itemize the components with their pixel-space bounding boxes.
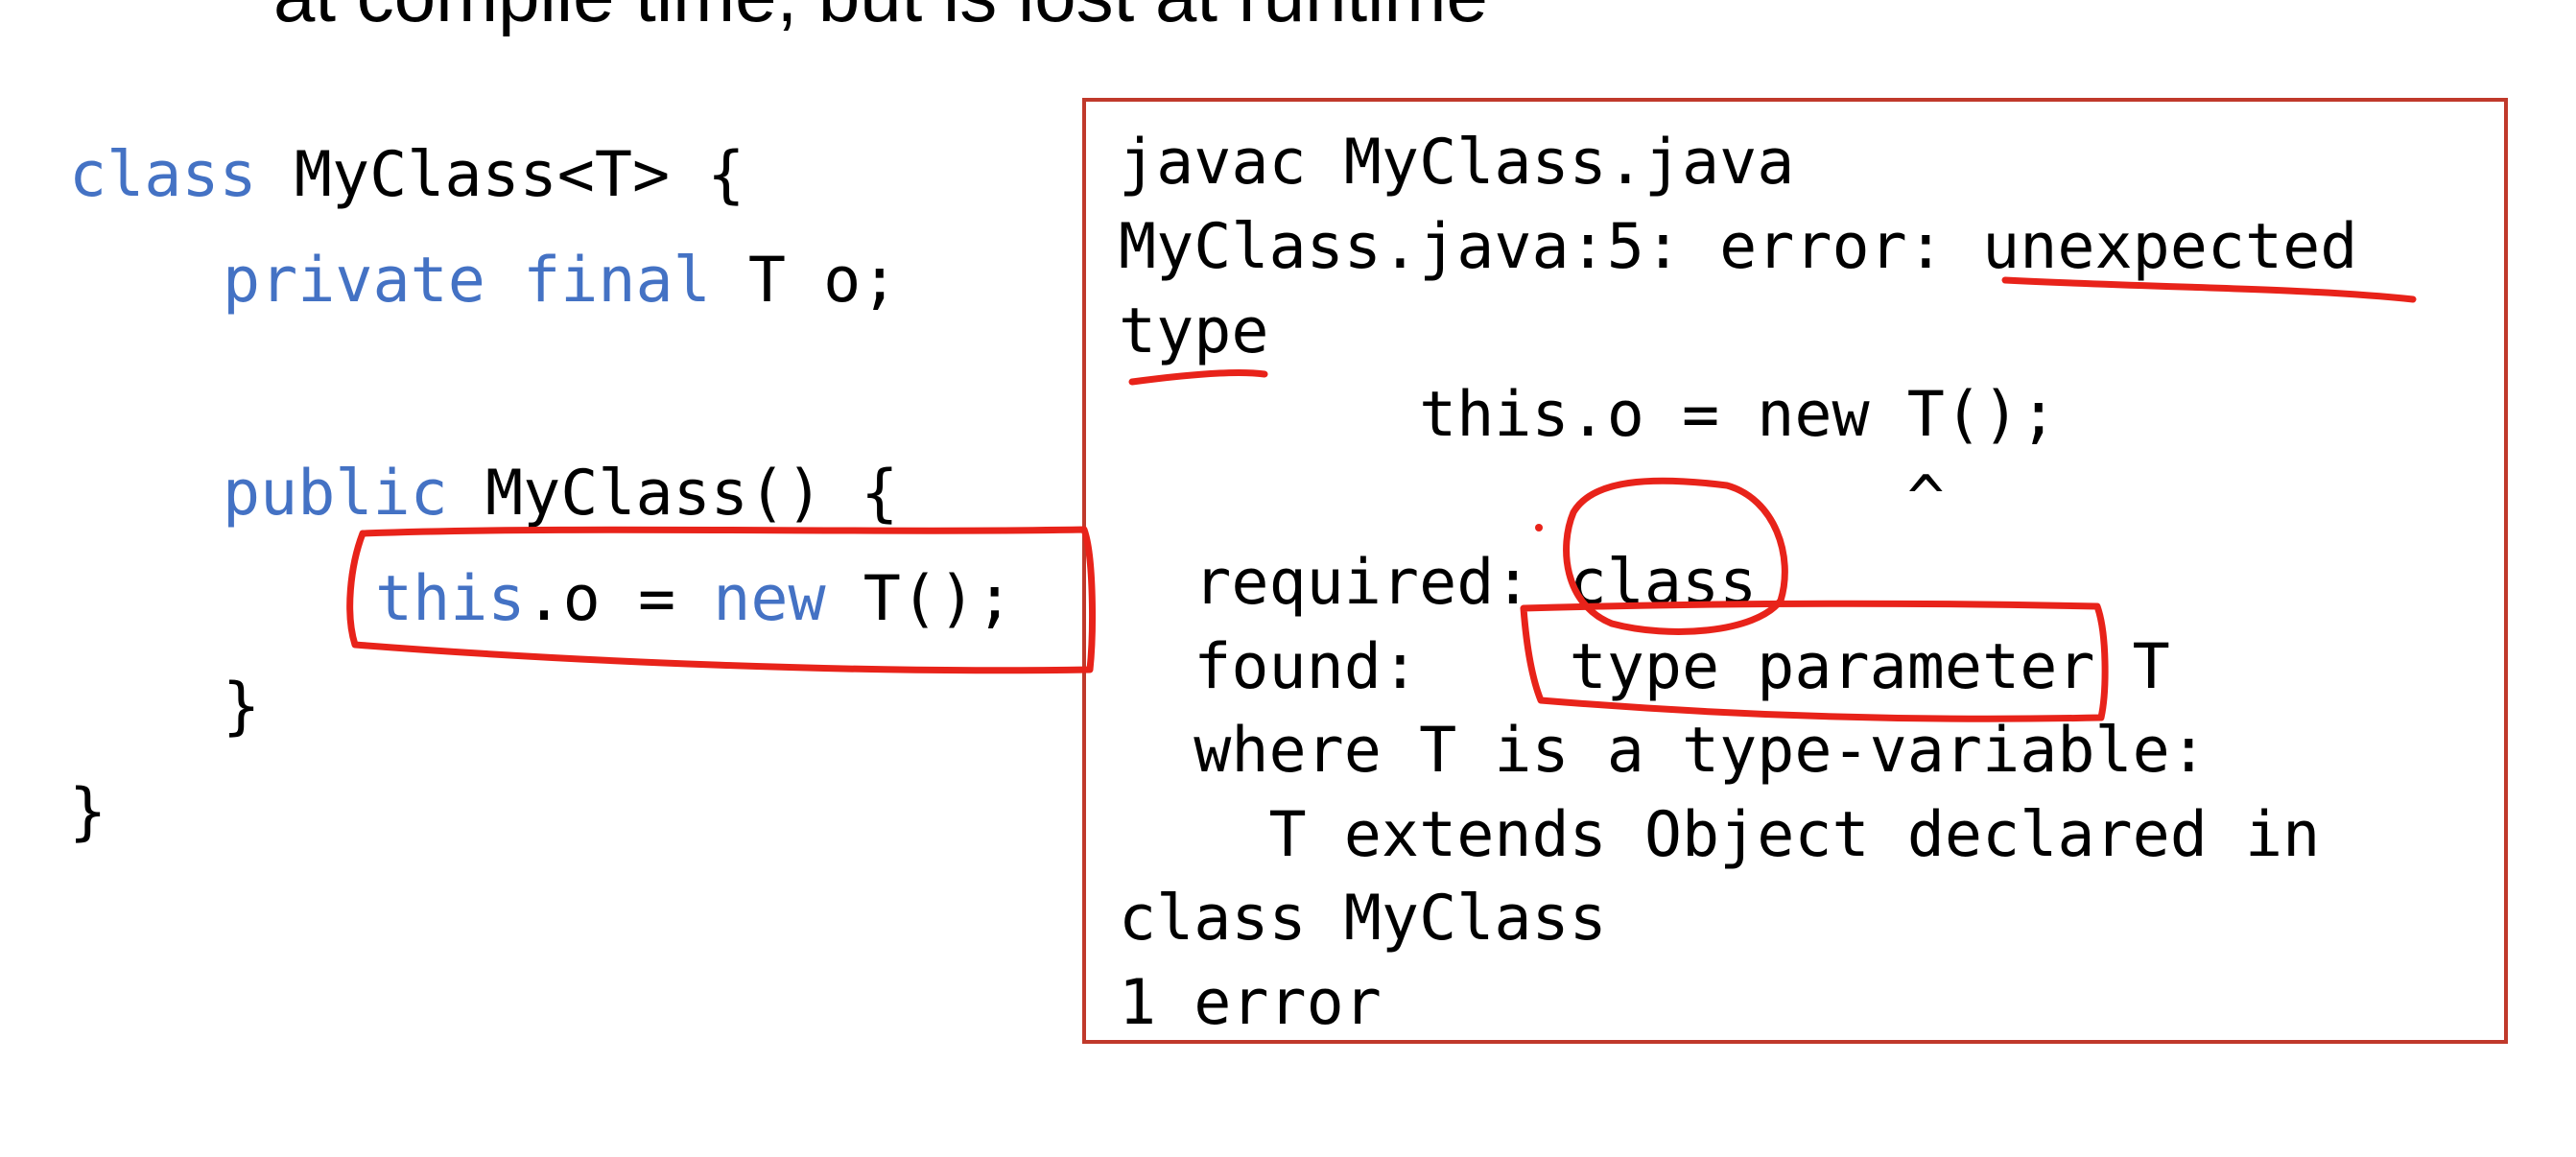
keyword-public: public (223, 458, 448, 530)
code-line-constructor: public MyClass() { (223, 462, 898, 525)
code-text: MyClass() { (447, 458, 899, 530)
output-line-class: class MyClass (1119, 883, 1607, 955)
keyword-this: this (375, 563, 526, 635)
output-line-where: where T is a type-variable: (1119, 715, 2208, 787)
output-line-4: this.o = new T(); (1119, 379, 2058, 451)
keyword-class: class (69, 139, 257, 211)
code-line-close-class: } (69, 776, 107, 848)
code-line-close-constructor: } (223, 671, 261, 743)
code-text: MyClass<T> { (256, 139, 745, 211)
keyword-final: final (523, 245, 711, 317)
output-line-required: required: class (1119, 547, 1758, 619)
keyword-private: private (223, 245, 485, 317)
output-line-caret: ^ (1119, 463, 1945, 535)
code-text: T(); (825, 563, 1014, 635)
compiler-output-box: javac MyClass.java MyClass.java:5: error… (1082, 98, 2508, 1044)
keyword-new: new (713, 563, 826, 635)
code-text: .o = (525, 563, 714, 635)
slide-text-top: at compile time, but is lost at runtime (273, 0, 1488, 33)
output-line-error-count: 1 error (1119, 967, 1382, 1039)
output-line-1: javac MyClass.java (1119, 127, 1795, 199)
code-line-assignment: this.o = new T(); (375, 568, 1013, 630)
code-text: T o; (710, 245, 899, 317)
output-line-3: type (1119, 295, 1269, 367)
output-line-2: MyClass.java:5: error: unexpected (1119, 211, 2358, 283)
output-line-found: found: type parameter T (1119, 631, 2170, 703)
output-line-extends: T extends Object declared in (1119, 799, 2321, 871)
code-line-field: private final T o; (223, 249, 898, 312)
code-line-class-decl: class MyClass<T> { (69, 144, 744, 206)
